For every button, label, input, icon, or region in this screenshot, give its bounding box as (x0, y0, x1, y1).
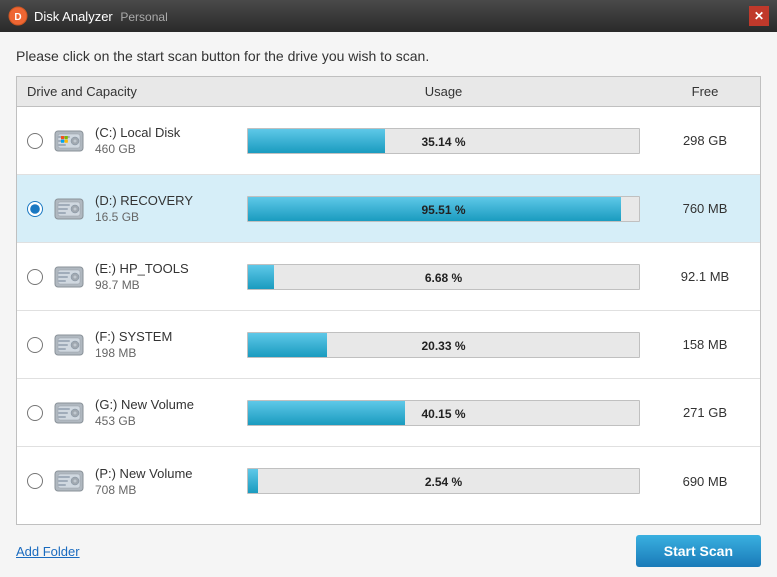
free-cell: 760 MB (650, 201, 760, 216)
app-edition: Personal (120, 10, 167, 24)
header-usage: Usage (237, 77, 650, 106)
progress-bar-container: 6.68 % (247, 264, 640, 290)
drive-size: 98.7 MB (95, 278, 189, 292)
drive-size: 460 GB (95, 142, 180, 156)
drive-name-block: (E:) HP_TOOLS 98.7 MB (95, 261, 189, 292)
hdd-icon (51, 395, 87, 431)
app-logo: D (8, 6, 28, 26)
drive-info-cell: (E:) HP_TOOLS 98.7 MB (17, 251, 237, 303)
svg-text:D: D (14, 12, 21, 23)
drive-info-cell: (F:) SYSTEM 198 MB (17, 319, 237, 371)
usage-cell: 2.54 % (237, 468, 650, 494)
drive-size: 16.5 GB (95, 210, 193, 224)
usage-percent-label: 95.51 % (248, 197, 639, 223)
drive-label: (C:) Local Disk (95, 125, 180, 140)
hdd-icon (51, 191, 87, 227)
hdd-icon (51, 463, 87, 499)
table-row[interactable]: (C:) Local Disk 460 GB 35.14 % 298 GB (17, 107, 760, 175)
usage-percent-label: 40.15 % (248, 401, 639, 427)
drive-label: (P:) New Volume (95, 466, 193, 481)
add-folder-button[interactable]: Add Folder (16, 544, 80, 559)
progress-bar-container: 95.51 % (247, 196, 640, 222)
usage-percent-label: 20.33 % (248, 333, 639, 359)
free-cell: 158 MB (650, 337, 760, 352)
drive-info-cell: (G:) New Volume 453 GB (17, 387, 237, 439)
header-drive-capacity: Drive and Capacity (17, 77, 237, 106)
free-cell: 92.1 MB (650, 269, 760, 284)
usage-cell: 20.33 % (237, 332, 650, 358)
drive-info-cell: (P:) New Volume 708 MB (17, 455, 237, 507)
drive-name-block: (P:) New Volume 708 MB (95, 466, 193, 497)
table-body: (C:) Local Disk 460 GB 35.14 % 298 GB (17, 107, 760, 515)
table-row[interactable]: (F:) SYSTEM 198 MB 20.33 % 158 MB (17, 311, 760, 379)
table-row[interactable]: (G:) New Volume 453 GB 40.15 % 271 GB (17, 379, 760, 447)
drive-size: 708 MB (95, 483, 193, 497)
usage-percent-label: 35.14 % (248, 129, 639, 155)
header-free: Free (650, 77, 760, 106)
usage-percent-label: 6.68 % (248, 265, 639, 291)
table-header: Drive and Capacity Usage Free (17, 77, 760, 107)
drive-size: 453 GB (95, 414, 194, 428)
free-cell: 690 MB (650, 474, 760, 489)
free-cell: 298 GB (650, 133, 760, 148)
usage-cell: 6.68 % (237, 264, 650, 290)
drive-name-block: (F:) SYSTEM 198 MB (95, 329, 172, 360)
table-row[interactable]: (P:) New Volume 708 MB 2.54 % 690 MB (17, 447, 760, 515)
main-content: Please click on the start scan button fo… (0, 32, 777, 577)
drive-name-block: (C:) Local Disk 460 GB (95, 125, 180, 156)
footer: Add Folder Start Scan (16, 525, 761, 567)
drive-table: Drive and Capacity Usage Free (16, 76, 761, 525)
close-button[interactable]: ✕ (749, 6, 769, 26)
drive-radio[interactable] (27, 337, 43, 353)
drive-radio[interactable] (27, 201, 43, 217)
start-scan-button[interactable]: Start Scan (636, 535, 761, 567)
table-row[interactable]: (D:) RECOVERY 16.5 GB 95.51 % 760 MB (17, 175, 760, 243)
drive-radio[interactable] (27, 405, 43, 421)
free-cell: 271 GB (650, 405, 760, 420)
drive-label: (D:) RECOVERY (95, 193, 193, 208)
drive-label: (E:) HP_TOOLS (95, 261, 189, 276)
drive-name-block: (G:) New Volume 453 GB (95, 397, 194, 428)
drive-label: (G:) New Volume (95, 397, 194, 412)
hdd-icon (51, 327, 87, 363)
usage-percent-label: 2.54 % (248, 469, 639, 495)
usage-cell: 40.15 % (237, 400, 650, 426)
progress-bar-container: 35.14 % (247, 128, 640, 154)
progress-bar-container: 40.15 % (247, 400, 640, 426)
drive-info-cell: (C:) Local Disk 460 GB (17, 115, 237, 167)
progress-bar-container: 20.33 % (247, 332, 640, 358)
drive-radio[interactable] (27, 473, 43, 489)
hdd-icon (51, 123, 87, 159)
drive-name-block: (D:) RECOVERY 16.5 GB (95, 193, 193, 224)
hdd-icon (51, 259, 87, 295)
usage-cell: 95.51 % (237, 196, 650, 222)
drive-radio[interactable] (27, 269, 43, 285)
app-title: Disk Analyzer Personal (34, 9, 749, 24)
instruction-text: Please click on the start scan button fo… (16, 48, 761, 64)
drive-info-cell: (D:) RECOVERY 16.5 GB (17, 183, 237, 235)
usage-cell: 35.14 % (237, 128, 650, 154)
title-bar: D Disk Analyzer Personal ✕ (0, 0, 777, 32)
progress-bar-container: 2.54 % (247, 468, 640, 494)
drive-radio[interactable] (27, 133, 43, 149)
app-name: Disk Analyzer (34, 9, 113, 24)
table-row[interactable]: (E:) HP_TOOLS 98.7 MB 6.68 % 92.1 MB (17, 243, 760, 311)
drive-label: (F:) SYSTEM (95, 329, 172, 344)
drive-size: 198 MB (95, 346, 172, 360)
